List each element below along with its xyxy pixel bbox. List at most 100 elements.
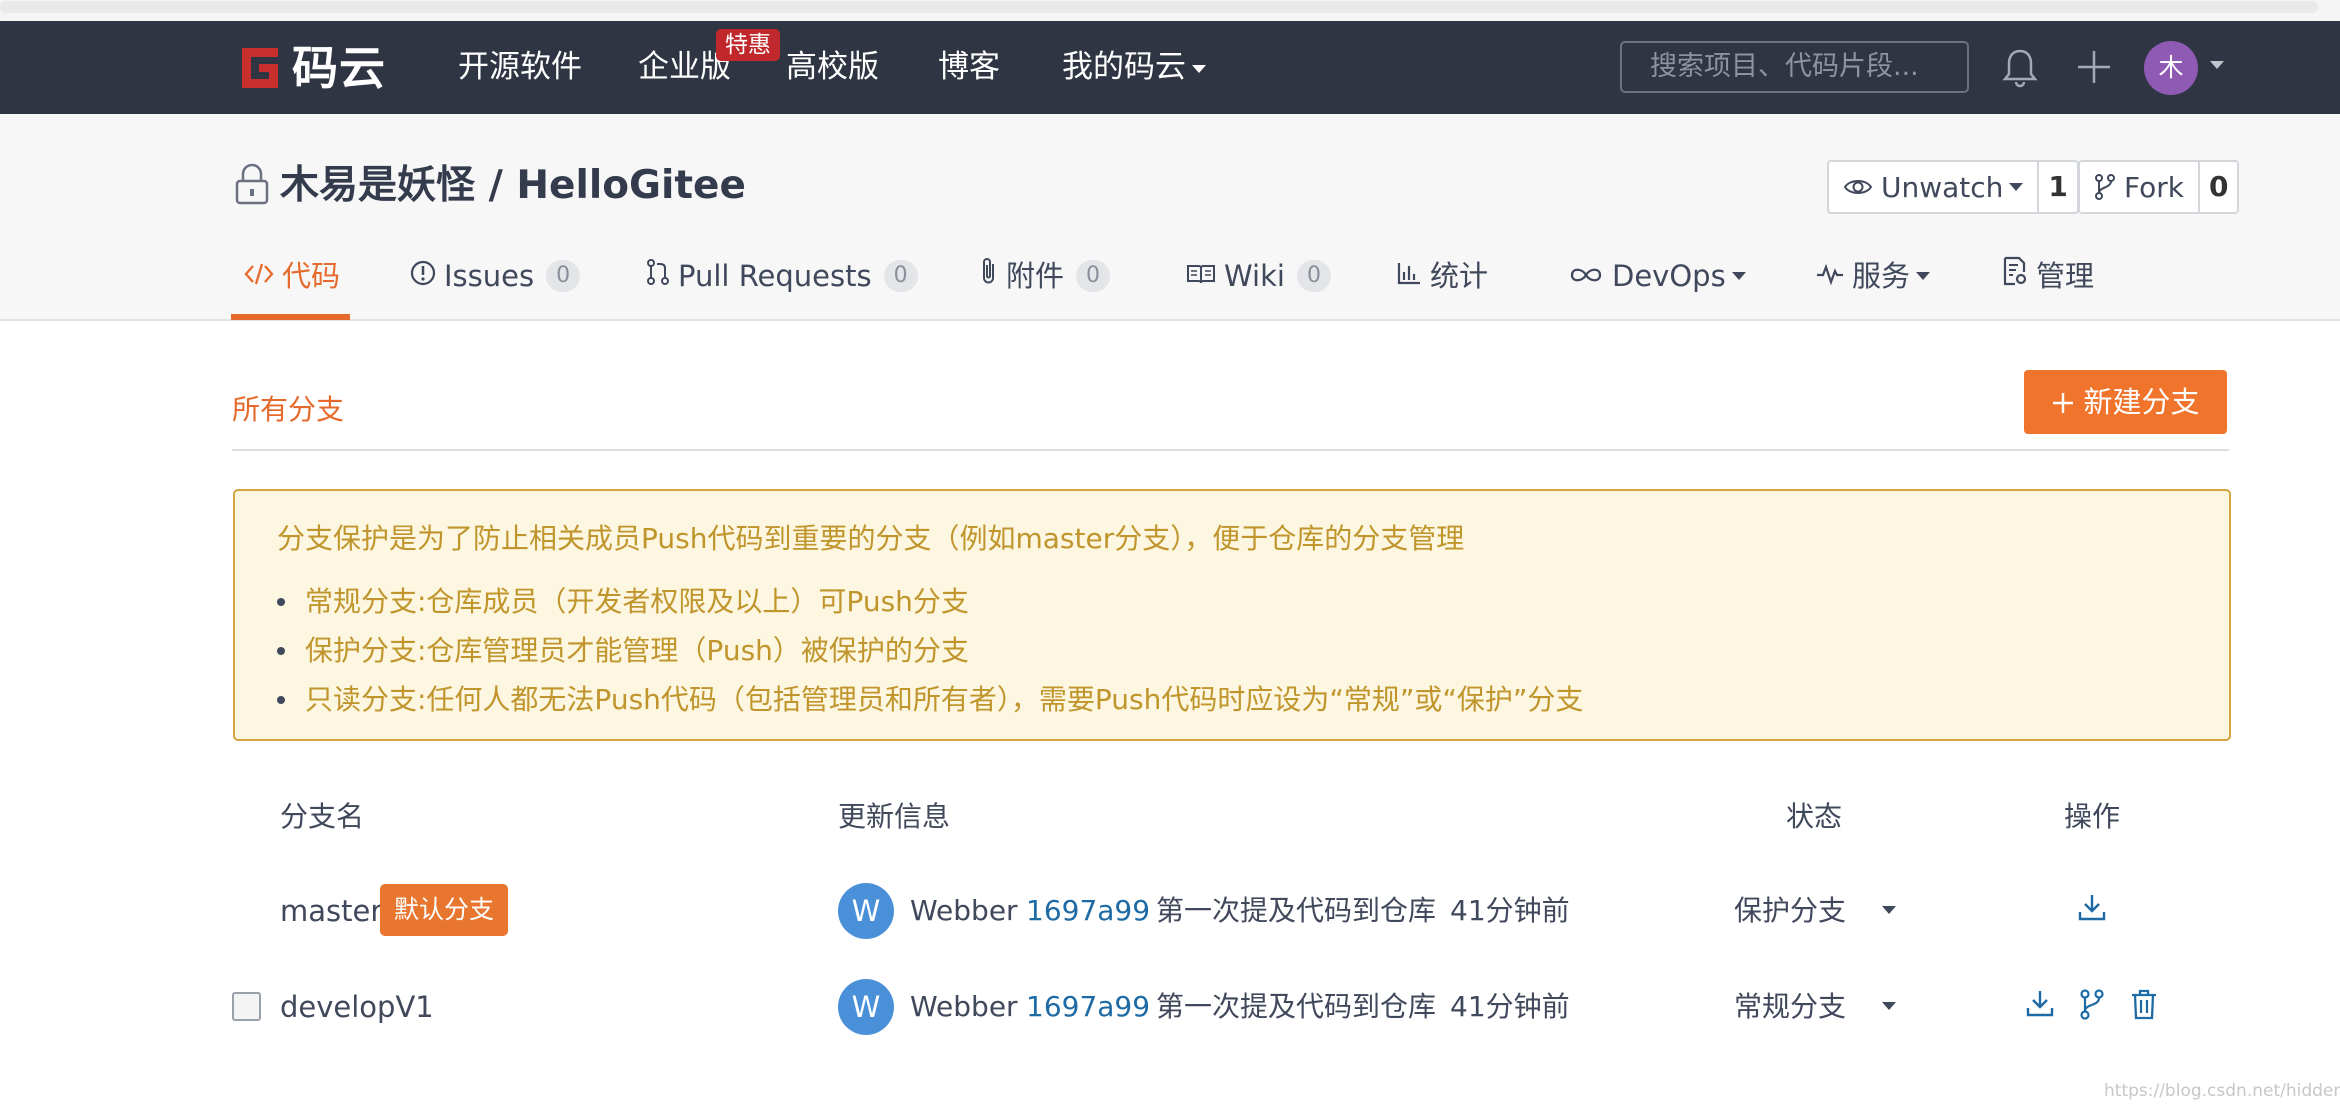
notice-item-protected: 保护分支:仓库管理员才能管理（Push）被保护的分支 <box>277 626 1583 675</box>
tab-devops-label: DevOps <box>1612 259 1726 293</box>
table-row: master 默认分支 W Webber 1697a99 第一次提及代码到仓库 … <box>0 866 2340 956</box>
fork-button-group: Fork 0 <box>2078 160 2240 214</box>
status-dropdown-icon[interactable] <box>1882 1002 1896 1010</box>
pulse-icon <box>1816 246 1844 306</box>
branch-status-select[interactable]: 保护分支 <box>1734 890 1846 932</box>
notice-intro: 分支保护是为了防止相关成员Push代码到重要的分支（例如master分支），便于… <box>277 522 1465 555</box>
user-avatar[interactable]: 木 <box>2144 41 2198 95</box>
author-avatar[interactable]: W <box>838 979 894 1035</box>
tab-services[interactable]: 服务 <box>1816 246 1931 321</box>
merge-request-icon[interactable] <box>2074 986 2110 1022</box>
chevron-down-icon <box>2009 183 2024 191</box>
plus-icon[interactable] <box>2072 45 2116 89</box>
gitee-logo[interactable]: 码云 <box>234 41 386 95</box>
tab-statistics[interactable]: 统计 <box>1396 246 1488 321</box>
browser-scrollbar[interactable] <box>0 0 2340 21</box>
commit-message: 第一次提及代码到仓库 <box>1156 990 1437 1023</box>
settings-document-icon <box>2002 246 2028 306</box>
chevron-down-icon <box>1192 64 1206 73</box>
divider <box>232 449 2229 451</box>
eye-icon <box>1843 180 1873 194</box>
watch-button-group: Unwatch 1 <box>1827 160 2079 214</box>
fork-count[interactable]: 0 <box>2200 162 2237 212</box>
status-dropdown-icon[interactable] <box>1882 906 1896 914</box>
watch-count[interactable]: 1 <box>2039 162 2076 212</box>
issues-count-badge: 0 <box>546 260 581 292</box>
unwatch-button[interactable]: Unwatch <box>1829 162 2040 212</box>
column-header-actions: 操作 <box>2064 800 2121 833</box>
tab-pull-requests[interactable]: Pull Requests 0 <box>646 246 918 321</box>
fork-icon <box>2095 174 2115 200</box>
column-header-branch-name: 分支名 <box>280 800 365 833</box>
download-icon[interactable] <box>2074 890 2110 926</box>
plus-icon <box>2053 393 2074 413</box>
gitee-logo-icon <box>242 48 278 88</box>
branch-name-link[interactable]: developV1 <box>280 986 434 1028</box>
tab-manage-label: 管理 <box>2036 259 2095 293</box>
tab-manage[interactable]: 管理 <box>2002 246 2094 321</box>
chevron-down-icon <box>1731 272 1746 280</box>
commit-time: 41分钟前 <box>1450 894 1570 927</box>
lock-icon <box>235 163 269 205</box>
tab-devops[interactable]: DevOps <box>1568 246 1746 321</box>
notice-item-normal: 常规分支:仓库成员（开发者权限及以上）可Push分支 <box>277 577 1583 626</box>
fork-label: Fork <box>2124 170 2184 204</box>
tab-issues[interactable]: Issues 0 <box>410 246 581 321</box>
nav-my-gitee[interactable]: 我的码云 <box>1062 21 1206 114</box>
branch-name-link[interactable]: master <box>280 890 382 932</box>
logo-text: 码云 <box>292 41 386 95</box>
column-header-update-info: 更新信息 <box>838 800 951 833</box>
wiki-count-badge: 0 <box>1296 260 1331 292</box>
download-icon[interactable] <box>2022 986 2058 1022</box>
search-input[interactable]: 搜索项目、代码片段... <box>1620 41 1969 93</box>
tab-wiki-label: Wiki <box>1224 259 1285 293</box>
avatar-chevron-down-icon[interactable] <box>2210 61 2224 69</box>
nav-education[interactable]: 高校版 <box>786 21 879 114</box>
book-icon <box>1186 246 1216 306</box>
author-name[interactable]: Webber <box>910 986 1018 1028</box>
nav-my-gitee-label: 我的码云 <box>1062 49 1186 85</box>
tab-pull-requests-label: Pull Requests <box>678 259 872 293</box>
branch-select-checkbox[interactable] <box>232 992 261 1021</box>
new-branch-button[interactable]: 新建分支 <box>2024 370 2227 434</box>
commit-time: 41分钟前 <box>1450 990 1570 1023</box>
author-name[interactable]: Webber <box>910 890 1018 932</box>
nav-blog[interactable]: 博客 <box>938 21 1000 114</box>
column-header-status: 状态 <box>1786 800 1843 833</box>
issue-icon <box>410 246 436 306</box>
repo-header <box>0 114 2340 321</box>
paperclip-icon <box>980 246 998 306</box>
tab-issues-label: Issues <box>444 259 535 293</box>
scrollbar-thumb[interactable] <box>0 1 2318 13</box>
tab-wiki[interactable]: Wiki 0 <box>1186 246 1331 321</box>
code-icon <box>244 246 274 306</box>
all-branches-heading[interactable]: 所有分支 <box>232 390 344 430</box>
attachments-count-badge: 0 <box>1076 260 1111 292</box>
nav-open-source[interactable]: 开源软件 <box>458 21 582 114</box>
repo-title[interactable]: 木易是妖怪 / HelloGitee <box>280 158 746 214</box>
branch-status-select[interactable]: 常规分支 <box>1734 986 1846 1028</box>
fork-button[interactable]: Fork <box>2080 162 2200 212</box>
bell-icon[interactable] <box>1998 45 2042 89</box>
default-branch-badge: 默认分支 <box>380 884 509 936</box>
commit-message: 第一次提及代码到仓库 <box>1156 894 1437 927</box>
table-row: developV1 W Webber 1697a99 第一次提及代码到仓库 41… <box>0 962 2340 1052</box>
tab-attachments-label: 附件 <box>1006 259 1065 293</box>
commit-sha-link[interactable]: 1697a99 <box>1026 986 1150 1028</box>
chevron-down-icon <box>1916 272 1931 280</box>
author-avatar[interactable]: W <box>838 883 894 939</box>
tab-code-label: 代码 <box>282 259 341 293</box>
pull-request-icon <box>646 246 670 306</box>
infinity-icon <box>1568 246 1604 306</box>
trash-icon[interactable] <box>2126 986 2162 1022</box>
new-branch-label: 新建分支 <box>2083 385 2200 419</box>
watermark-text: https://blog.csdn.net/hidden_wb <box>2104 1081 2340 1101</box>
tab-statistics-label: 统计 <box>1430 259 1489 293</box>
promo-badge: 特惠 <box>716 29 780 61</box>
bar-chart-icon <box>1396 246 1422 306</box>
commit-sha-link[interactable]: 1697a99 <box>1026 890 1150 932</box>
tab-attachments[interactable]: 附件 0 <box>980 246 1111 321</box>
tab-code[interactable]: 代码 <box>244 246 340 321</box>
notice-item-readonly: 只读分支:任何人都无法Push代码（包括管理员和所有者），需要Push代码时应设… <box>277 675 1583 724</box>
unwatch-label: Unwatch <box>1881 170 2004 204</box>
